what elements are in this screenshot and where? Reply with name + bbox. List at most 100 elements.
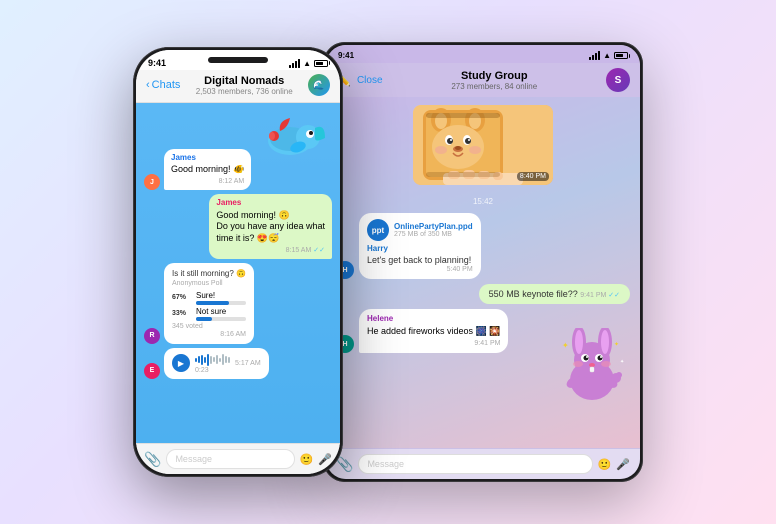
svg-text:✦: ✦ (620, 359, 624, 365)
sticker-icon[interactable]: 🙂 (300, 453, 314, 466)
message-bubble: James Good morning! 🐠 8:12 AM (164, 149, 251, 190)
message-text: 550 MB keynote file?? (489, 289, 578, 299)
poll-bubble: Is it still morning? 🙃 Anonymous Poll 67… (164, 263, 254, 344)
avatar: J (144, 174, 160, 190)
phone-status-icons: ▲ (289, 59, 328, 68)
tablet-chat-name: Study Group (389, 70, 600, 82)
phone-chat-name: Digital Nomads (186, 75, 302, 87)
message-time: 5:17 AM (235, 360, 261, 367)
table-row: 550 MB keynote file?? 9:41 PM ✓✓ (336, 284, 630, 304)
back-label: Chats (152, 79, 181, 91)
close-button[interactable]: Close (357, 75, 383, 86)
phone-message-input[interactable]: Message (166, 449, 294, 469)
toast-image: 8:40 PM (413, 105, 553, 185)
phone-chat-header: ‹ Chats Digital Nomads 2,503 members, 73… (136, 70, 340, 103)
phone-chat-sub: 2,503 members, 736 online (186, 87, 302, 96)
phone-messages-area: J James Good morning! 🐠 8:12 AM James Go… (136, 103, 340, 443)
message-time: 9:41 PM (367, 339, 500, 348)
file-size: 275 MB of 350 MB (394, 231, 473, 238)
phone-chat-avatar[interactable]: 🌊 (308, 74, 330, 96)
message-sender: James (171, 153, 244, 163)
tablet-screen: 9:41 ▲ ✏️ Close (326, 45, 640, 479)
attachment-icon[interactable]: 📎 (144, 451, 161, 468)
table-row: H ppt OnlinePartyPlan.ppd 275 MB of 350 … (336, 213, 630, 279)
play-button[interactable]: ▶ (172, 354, 190, 372)
list-item: 33% Not sure (172, 307, 246, 321)
message-text: Let's get back to planning! (367, 255, 473, 265)
input-action-icons: 🙂 🎤 (598, 458, 630, 471)
tablet-chat-header: ✏️ Close Study Group 273 members, 84 onl… (326, 63, 640, 97)
voice-message-bubble: ▶ (164, 348, 269, 379)
input-placeholder: Message (175, 454, 212, 464)
voice-duration: 0:23 (195, 367, 230, 374)
file-name: OnlinePartyPlan.ppd (394, 222, 473, 231)
sticker-bunny: ✦ ✦ ✦ (552, 328, 632, 408)
message-time: 5:40 PM (367, 266, 473, 273)
avatar: R (144, 328, 160, 344)
time-separator: 15:42 (336, 197, 630, 206)
tablet-time: 9:41 (338, 51, 354, 60)
message-sender: Helene (367, 314, 500, 324)
svg-text:✦: ✦ (614, 341, 619, 348)
large-file-bubble: 550 MB keynote file?? 9:41 PM ✓✓ (479, 284, 630, 304)
image-message: 8:40 PM (413, 105, 553, 188)
tablet-chat-avatar[interactable]: S (606, 68, 630, 92)
image-time-badge: 8:40 PM (517, 172, 549, 181)
phone-screen: 9:41 ▲ ‹ Cha (136, 50, 340, 474)
avatar: E (144, 363, 160, 379)
signal-icon (289, 59, 300, 68)
tablet-messages-area: 8:40 PM 15:42 H ppt OnlinePartyPlan.ppd … (326, 97, 640, 448)
back-button[interactable]: ‹ Chats (146, 79, 180, 91)
poll-label: Sure! (196, 291, 246, 300)
message-text: Good morning! 🐠 (171, 164, 244, 176)
message-bubble: Helene He added fireworks videos 🎆 🎇 9:4… (359, 309, 508, 353)
message-time: 9:41 PM ✓✓ (580, 292, 620, 299)
wifi-icon: ▲ (603, 51, 611, 60)
sticker-fish (260, 103, 330, 173)
tablet-header-center: Study Group 273 members, 84 online (389, 70, 600, 91)
battery-icon (614, 52, 628, 59)
message-text: Good morning! 🙃Do you have any idea what… (216, 210, 325, 245)
list-item: 67% Sure! (172, 291, 246, 305)
message-bubble: James Good morning! 🙃Do you have any ide… (209, 194, 332, 259)
tablet-status-bar: 9:41 ▲ (326, 45, 640, 63)
table-row: R Is it still morning? 🙃 Anonymous Poll … (144, 263, 332, 344)
message-time: 8:15 AM ✓✓ (216, 246, 325, 255)
avatar-initials: 🌊 (313, 80, 324, 91)
message-sender: Harry (367, 244, 473, 253)
phone-notch (208, 57, 268, 63)
waveform (195, 353, 230, 367)
message-sender: James (216, 198, 325, 208)
poll-percent: 33% (172, 310, 192, 317)
file-icon: ppt (367, 219, 389, 241)
poll-type: Anonymous Poll (172, 280, 246, 287)
file-message-bubble: ppt OnlinePartyPlan.ppd 275 MB of 350 MB… (359, 213, 481, 279)
input-placeholder: Message (367, 459, 404, 469)
poll-question: Is it still morning? 🙃 (172, 269, 246, 278)
poll-label: Not sure (196, 307, 246, 316)
tablet-message-input[interactable]: Message (358, 454, 592, 474)
phone-input-bar: 📎 Message 🙂 🎤 (136, 443, 340, 474)
tablet-input-bar: 📎 Message 🙂 🎤 (326, 448, 640, 479)
wifi-icon: ▲ (303, 59, 311, 68)
table-row: 8:40 PM (336, 105, 630, 188)
poll-percent: 67% (172, 294, 192, 301)
svg-text:✦: ✦ (562, 341, 569, 350)
tablet-status-icons: ▲ (589, 51, 628, 60)
table-row: James Good morning! 🙃Do you have any ide… (144, 194, 332, 259)
tablet-device: 9:41 ▲ ✏️ Close (323, 42, 643, 482)
poll-votes: 345 voted (172, 323, 246, 330)
sticker-icon[interactable]: 🙂 (598, 458, 612, 471)
message-time: 8:16 AM (172, 331, 246, 338)
voice-icon[interactable]: 🎤 (318, 453, 332, 466)
phone-device: 9:41 ▲ ‹ Cha (133, 47, 343, 477)
file-header: ppt OnlinePartyPlan.ppd 275 MB of 350 MB (367, 219, 473, 241)
signal-icon (589, 51, 600, 60)
table-row: E ▶ (144, 348, 332, 379)
phone-time: 9:41 (148, 58, 166, 68)
input-action-icons: 🙂 🎤 (300, 453, 332, 466)
phone-header-center: Digital Nomads 2,503 members, 736 online (186, 75, 302, 96)
voice-icon[interactable]: 🎤 (616, 458, 630, 471)
battery-icon (314, 60, 328, 67)
tablet-chat-sub: 273 members, 84 online (389, 82, 600, 91)
